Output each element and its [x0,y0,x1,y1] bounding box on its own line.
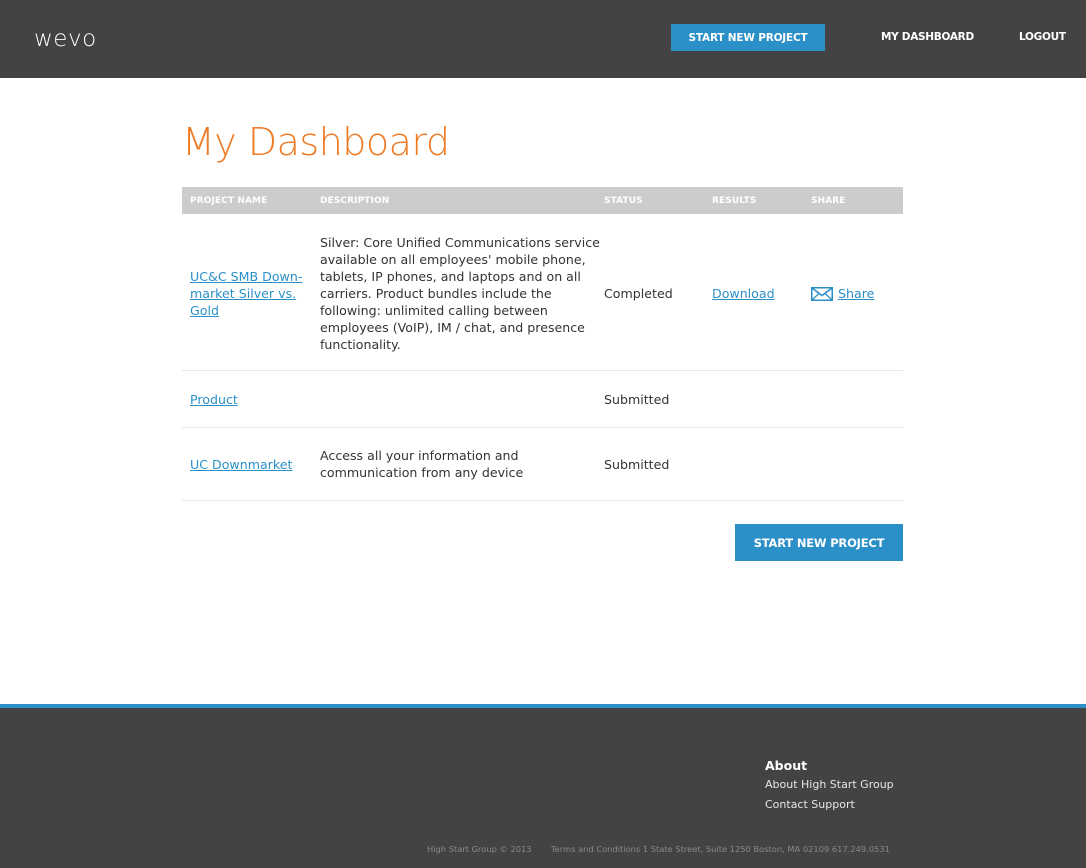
project-name-link[interactable]: UC Downmarket [190,456,292,473]
legal-address-text: Terms and Conditions 1 State Street, Sui… [551,844,890,854]
column-header-project-name: PROJECT NAME [190,196,268,206]
column-header-results: RESULTS [712,196,757,206]
contact-support-link[interactable]: Contact Support [765,798,855,811]
table-row: UC Downmarket Access all your informatio… [182,428,903,501]
table-row: Product Submitted [182,371,903,428]
my-dashboard-link[interactable]: MY DASHBOARD [881,31,974,43]
footer-about-heading: About [765,758,808,773]
project-name-link[interactable]: Product [190,391,238,408]
share-link[interactable]: Share [811,285,874,302]
wevo-logo[interactable]: wevo [34,26,97,52]
column-header-share: SHARE [811,196,846,206]
logout-link[interactable]: LOGOUT [1019,31,1066,43]
projects-table: PROJECT NAME DESCRIPTION STATUS RESULTS … [182,187,903,501]
envelope-icon [811,286,833,301]
project-name-link[interactable]: UC&C SMB Down- market Silver vs. Gold [190,268,302,319]
project-status: Submitted [604,392,670,407]
footer: About About High Start Group Contact Sup… [0,704,1086,868]
column-header-description: DESCRIPTION [320,196,390,206]
start-new-project-button[interactable]: START NEW PROJECT [735,524,903,561]
share-label: Share [838,286,875,301]
table-header: PROJECT NAME DESCRIPTION STATUS RESULTS … [182,187,903,214]
table-row: UC&C SMB Down- market Silver vs. Gold Si… [182,214,903,371]
project-status: Submitted [604,457,670,472]
about-high-start-group-link[interactable]: About High Start Group [765,778,894,791]
header-start-new-project-button[interactable]: START NEW PROJECT [671,24,825,51]
page-title: My Dashboard [182,120,450,164]
copyright-text: High Start Group © 2013 [427,844,532,854]
download-results-link[interactable]: Download [712,285,775,302]
project-description: Access all your information and communic… [320,448,524,480]
project-status: Completed [604,286,673,301]
project-description: Silver: Core Unified Communications serv… [320,235,600,352]
top-nav-bar: wevo START NEW PROJECT MY DASHBOARD LOGO… [0,0,1086,78]
column-header-status: STATUS [604,196,643,206]
